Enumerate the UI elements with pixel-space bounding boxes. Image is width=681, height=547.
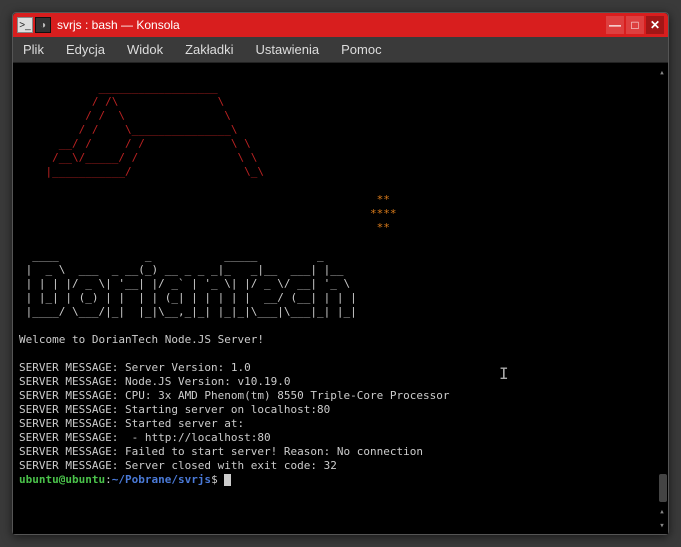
menu-settings[interactable]: Ustawienia [256,42,320,57]
close-button[interactable]: ✕ [646,16,664,34]
terminal-cursor [224,474,231,486]
ascii-roof: __________________ / /\ \ / / \ \ / / \_… [19,81,264,178]
ascii-logo-4: |____/ \___/|_| |_|\__,_|_| |_|_|\___|\_… [19,305,357,318]
ascii-stars-3: ** [19,221,390,234]
maximize-button[interactable]: □ [626,16,644,34]
titlebar[interactable]: >_ ◑ svrjs : bash — Konsola — □ ✕ [13,13,668,37]
ascii-logo-1: | _ \ ___ _ __(_) __ _ _ _|_ _|__ ___| |… [19,263,344,276]
mouse-text-cursor-icon: I [499,367,509,381]
welcome-line: Welcome to DorianTech Node.JS Server! [19,333,264,346]
server-msg-6: SERVER MESSAGE: Failed to start server! … [19,445,423,458]
prompt-path: ~/Pobrane/svrjs [112,473,211,486]
ascii-logo-3: | |_| | (_) | | | | (_| | | | | | __/ (_… [19,291,357,304]
menu-view[interactable]: Widok [127,42,163,57]
window-title: svrjs : bash — Konsola [57,18,604,32]
server-msg-4: SERVER MESSAGE: Started server at: [19,417,244,430]
ascii-logo-0: ____ _ _____ _ [19,249,324,262]
server-msg-1: SERVER MESSAGE: Node.JS Version: v10.19.… [19,375,291,388]
menubar: Plik Edycja Widok Zakładki Ustawienia Po… [13,37,668,63]
prompt-dollar: $ [211,473,224,486]
server-msg-5: SERVER MESSAGE: - http://localhost:80 [19,431,271,444]
terminal-window: >_ ◑ svrjs : bash — Konsola — □ ✕ Plik E… [12,12,669,535]
server-msg-2: SERVER MESSAGE: CPU: 3x AMD Phenom(tm) 8… [19,389,449,402]
menu-file[interactable]: Plik [23,42,44,57]
ascii-logo-2: | | | |/ _ \| '__| |/ _` | '_ \| |/ _ \/… [19,277,350,290]
scroll-down-icon[interactable]: ▴ [657,506,667,518]
server-msg-7: SERVER MESSAGE: Server closed with exit … [19,459,337,472]
scroll-up-icon[interactable]: ▴ [657,67,667,79]
server-msg-0: SERVER MESSAGE: Server Version: 1.0 [19,361,251,374]
terminal-viewport[interactable]: __________________ / /\ \ / / \ \ / / \_… [13,63,668,534]
ascii-stars-1: ** [19,193,390,206]
menu-edit[interactable]: Edycja [66,42,105,57]
scroll-down2-icon[interactable]: ▾ [657,520,667,532]
scrollbar: ▴ ▴ ▾ [657,65,667,534]
server-msg-3: SERVER MESSAGE: Starting server on local… [19,403,330,416]
terminal-icon: >_ [17,17,33,33]
prompt-colon: : [105,473,112,486]
prompt-user: ubuntu@ubuntu [19,473,105,486]
minimize-button[interactable]: — [606,16,624,34]
menu-help[interactable]: Pomoc [341,42,381,57]
titlebar-app-icons: >_ ◑ [17,17,51,33]
menu-bookmarks[interactable]: Zakładki [185,42,233,57]
ascii-stars-2: **** [19,207,397,220]
scroll-thumb[interactable] [659,474,667,502]
konsole-icon: ◑ [35,17,51,33]
